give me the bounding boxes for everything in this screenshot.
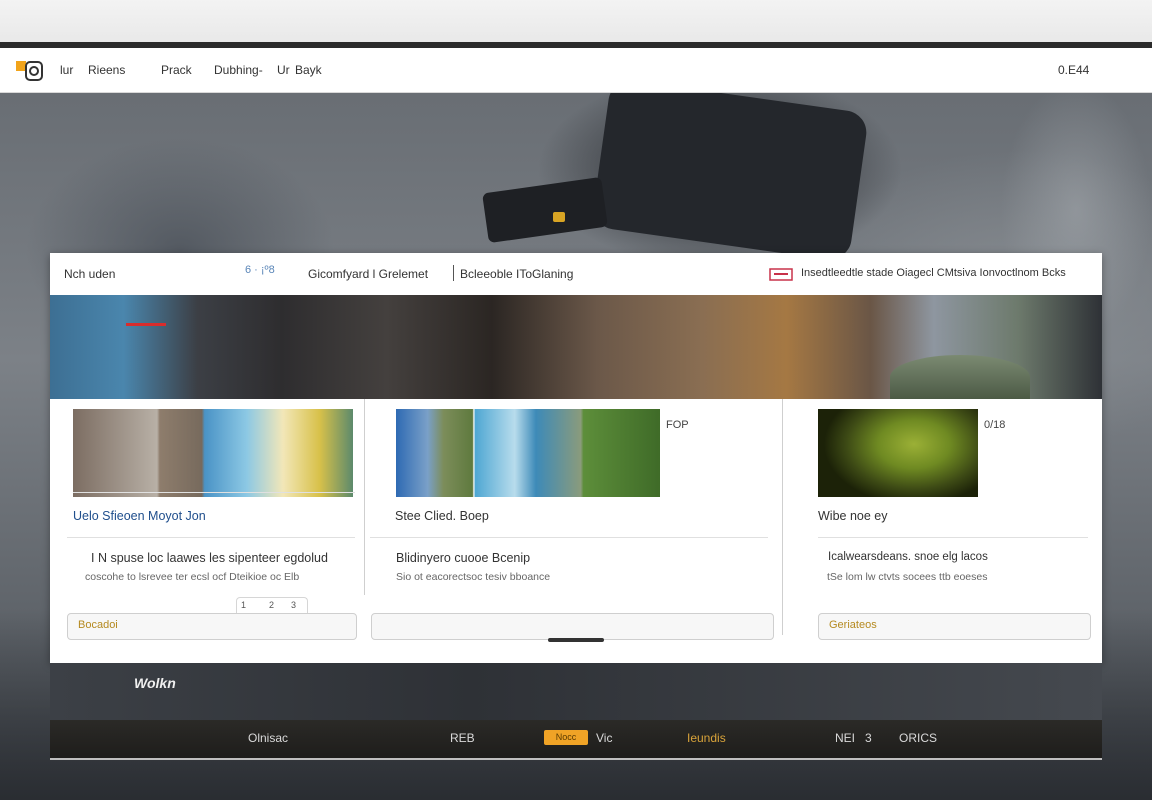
divider <box>818 537 1088 538</box>
card-header: Nch uden 6 · ¡º8 Gicomfyard l Grelemet B… <box>50 253 1102 296</box>
feature-image-2[interactable] <box>396 409 660 497</box>
column-divider <box>782 399 783 635</box>
card-header-title[interactable]: Gicomfyard l Grelemet <box>308 267 428 281</box>
divider <box>67 537 355 538</box>
stepper-2[interactable]: 2 <box>269 600 274 610</box>
stepper-1[interactable]: 1 <box>241 600 246 610</box>
footer-link-5[interactable]: NEI <box>835 731 855 745</box>
footer-bar: Olnisac REB Nocc Vic Ieundis NEI 3 ORICS <box>50 720 1102 760</box>
feature-button-1[interactable]: Bocadoi <box>67 613 357 640</box>
feature-subtitle-2: Blidinyero cuooe Bcenip <box>396 551 531 565</box>
scroll-indicator[interactable] <box>548 638 604 642</box>
nav-link-1[interactable]: lur <box>60 63 73 77</box>
feature-desc-2: Sio ot eacorectsoc tesiv bboance <box>396 571 551 583</box>
feature-desc-1: coscohe to lsrevee ter ecsl ocf Dteikioe… <box>85 571 300 583</box>
card-header-left[interactable]: Nch uden <box>64 267 115 281</box>
feature-subtitle-1: I N spuse loc laawes les sipenteer egdol… <box>91 551 328 565</box>
feature-button-label-3: Geriateos <box>829 619 877 631</box>
nav-right-link[interactable]: 0.E44 <box>1058 63 1089 77</box>
footer-link-6[interactable]: 3 <box>865 731 872 745</box>
footer-link-3[interactable]: Vic <box>596 731 612 745</box>
flag-icon <box>769 268 793 281</box>
bottom-photo-strip: Wolkn <box>50 663 1102 720</box>
feature-button-3[interactable]: Geriateos <box>818 613 1091 640</box>
column-divider <box>364 399 365 595</box>
feature-subtitle-3: Icalwearsdeans. snoe elg lacos <box>828 551 988 563</box>
content-card: Nch uden 6 · ¡º8 Gicomfyard l Grelemet B… <box>50 253 1102 663</box>
feature-title-1[interactable]: Uelo Sfieoen Moyot Jon <box>73 509 206 523</box>
camera-logo-icon[interactable] <box>24 60 44 82</box>
card-header-right[interactable]: Insedtleedtle stade Oiagecl CMtsiva Ionv… <box>801 267 1095 279</box>
banner-accent <box>126 323 166 326</box>
feature-desc-3: tSe lom lw ctvts socees ttb eoeses <box>827 571 988 583</box>
browser-chrome <box>0 0 1152 42</box>
bottom-logo[interactable]: Wolkn <box>134 675 176 691</box>
divider <box>73 492 355 493</box>
background-shape <box>590 77 870 263</box>
footer-link-4[interactable]: Ieundis <box>687 731 726 745</box>
feature-column-1: Uelo Sfieoen Moyot Jon I N spuse loc laa… <box>50 399 366 663</box>
main-navbar: lur Rieens Prack Dubhing- Ur Bayk 0.E44 <box>0 48 1152 93</box>
footer-link-7[interactable]: ORICS <box>899 731 937 745</box>
card-header-icon: 6 · ¡º8 <box>245 264 275 276</box>
pagination-stepper[interactable]: 1 2 3 <box>236 597 308 613</box>
background-shape <box>482 176 608 244</box>
nav-link-6[interactable]: Bayk <box>295 63 322 77</box>
feature-image-1[interactable] <box>73 409 353 497</box>
feature-button-2[interactable] <box>371 613 774 640</box>
feature-title-2[interactable]: Stee Clied. Boep <box>395 509 489 523</box>
feature-column-2: FOP Stee Clied. Boep Blidinyero cuooe Bc… <box>370 399 775 663</box>
feature-badge-3: 0/18 <box>984 419 1006 431</box>
nav-link-3[interactable]: Prack <box>161 63 192 77</box>
stepper-3[interactable]: 3 <box>291 600 296 610</box>
divider <box>370 537 768 538</box>
nav-link-2[interactable]: Rieens <box>88 63 125 77</box>
feature-image-3[interactable] <box>818 409 978 497</box>
card-header-subtitle[interactable]: Bcleeoble IToGlaning <box>460 267 573 281</box>
footer-link-1[interactable]: Olnisac <box>248 731 288 745</box>
footer-link-2[interactable]: REB <box>450 731 475 745</box>
nav-link-5[interactable]: Ur <box>277 63 290 77</box>
banner-landscape <box>890 355 1030 399</box>
feature-column-3: 0/18 Wibe noe ey Icalwearsdeans. snoe el… <box>790 399 1091 663</box>
feature-button-label-1: Bocadoi <box>78 619 118 631</box>
nav-link-4[interactable]: Dubhing- <box>214 63 263 77</box>
feature-title-3[interactable]: Wibe noe ey <box>818 509 887 523</box>
footer-badge[interactable]: Nocc <box>544 730 588 745</box>
header-separator <box>453 265 454 281</box>
hero-banner-image <box>50 295 1102 399</box>
background-light <box>553 212 565 222</box>
feature-badge-2: FOP <box>666 419 689 431</box>
